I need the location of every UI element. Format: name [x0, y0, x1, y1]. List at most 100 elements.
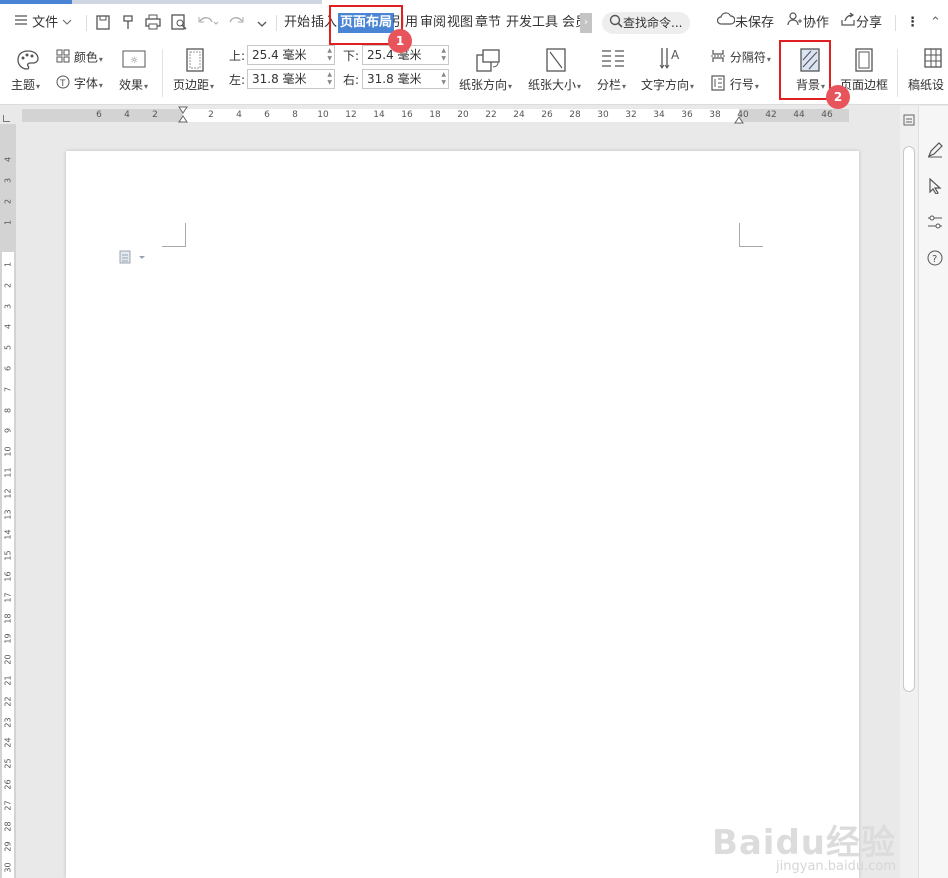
- print-icon[interactable]: [144, 5, 162, 41]
- cursor-icon[interactable]: [927, 177, 943, 198]
- tab-review[interactable]: 审阅: [420, 5, 446, 41]
- tab-stop-icon[interactable]: [3, 115, 10, 122]
- effect-label[interactable]: 效果▾: [119, 77, 148, 95]
- separator-button[interactable]: 分隔符▾: [710, 49, 771, 68]
- more-options-icon[interactable]: ⋮: [906, 5, 919, 41]
- svg-text:?: ?: [932, 254, 937, 265]
- doc-tab[interactable]: [72, 0, 322, 4]
- ruler-tick-label: 7: [3, 386, 13, 392]
- ruler-tick-label: 36: [681, 110, 693, 120]
- save-icon[interactable]: [95, 5, 111, 41]
- right-indent-marker-icon[interactable]: [734, 115, 744, 124]
- orientation-button[interactable]: [475, 47, 501, 77]
- dropdown-arrow-icon: ▾: [36, 82, 41, 91]
- vertical-scrollbar[interactable]: [900, 106, 918, 878]
- tab-home[interactable]: 开始: [284, 5, 310, 41]
- page-border-button[interactable]: [854, 47, 874, 77]
- chevron-down-icon: [62, 5, 72, 41]
- ruler-tick-label: 24: [3, 737, 13, 748]
- dropdown-arrow-icon: ▾: [690, 82, 695, 91]
- effect-button[interactable]: ☼: [122, 49, 146, 73]
- ruler-tick-label: 13: [3, 509, 13, 520]
- ruler-tick-label: 2: [152, 110, 158, 120]
- watermark-logo: Baidu经验: [711, 823, 896, 863]
- tab-member[interactable]: 会员: [562, 5, 580, 41]
- ruler-tick-label: 22: [3, 696, 13, 707]
- draft-paper-button[interactable]: [923, 47, 943, 73]
- ruler-tick-label: 6: [264, 110, 270, 120]
- spinner-icon[interactable]: ▲ ▼: [327, 71, 332, 87]
- separator-label: 分隔符: [729, 50, 766, 65]
- font-button[interactable]: T 字体▾: [56, 75, 103, 94]
- ruler-tick-label: 8: [292, 110, 298, 120]
- spinner-icon[interactable]: ▲ ▼: [441, 71, 446, 87]
- file-menu[interactable]: 文件: [14, 5, 72, 41]
- ruler-tick-label: 14: [373, 110, 385, 120]
- watermark-url: jingyan.baidu.com: [776, 859, 896, 874]
- pen-icon[interactable]: [927, 142, 943, 162]
- ruler-tick-label: 3: [3, 303, 13, 309]
- spinner-icon[interactable]: ▲ ▼: [327, 47, 332, 63]
- svg-text:☼: ☼: [130, 56, 138, 66]
- document-page[interactable]: [66, 151, 859, 878]
- customize-toolbar-icon[interactable]: [256, 5, 268, 41]
- page-margin-icon: [185, 47, 205, 77]
- orientation-label[interactable]: 纸张方向▾: [459, 77, 512, 95]
- horizontal-ruler[interactable]: 6 4 2 2 4 6 8 10 12 14 16 18 20 22 24 26 28 30 32 34 36 38 40 4…: [0, 106, 900, 124]
- color-button[interactable]: 颜色▾: [56, 49, 103, 68]
- tab-developer[interactable]: 开发工具: [506, 5, 558, 41]
- collaborate-button[interactable]: 协作: [787, 5, 829, 41]
- top-margin-input[interactable]: 25.4 毫米 ▲ ▼: [247, 45, 335, 65]
- paper-size-label[interactable]: 纸张大小▾: [528, 77, 581, 95]
- paper-size-icon: [545, 47, 567, 77]
- paragraph-options-icon[interactable]: [119, 249, 147, 268]
- vertical-ruler[interactable]: 4 3 2 1 1 2 3 4 5 6 7 8 9 10 11 12 13 14 15 16 17 18 19 20 21 22 2…: [0, 124, 16, 878]
- ruler-tick-label: 16: [401, 110, 413, 120]
- right-margin-input[interactable]: 31.8 毫米 ▲ ▼: [362, 69, 449, 89]
- columns-button[interactable]: [600, 47, 626, 75]
- undo-icon[interactable]: [196, 5, 220, 41]
- text-direction-icon: A: [658, 45, 684, 75]
- settings-sliders-icon[interactable]: [927, 214, 943, 234]
- help-icon[interactable]: ?: [927, 250, 943, 270]
- redo-icon[interactable]: [228, 5, 246, 41]
- spinner-icon[interactable]: ▲ ▼: [441, 47, 446, 63]
- text-direction-button[interactable]: A: [658, 45, 684, 75]
- ruler-tick-label: 11: [3, 467, 13, 478]
- line-number-button[interactable]: 行号▾: [710, 75, 759, 95]
- tab-scroll-right-icon[interactable]: ›: [580, 13, 592, 33]
- share-button[interactable]: 分享: [840, 5, 882, 41]
- active-doc-tab[interactable]: [0, 0, 72, 4]
- tab-chapter[interactable]: 章节: [475, 5, 501, 41]
- dropdown-arrow-icon: ▾: [766, 54, 771, 64]
- margins-label[interactable]: 页边距▾: [173, 77, 214, 95]
- tab-view[interactable]: 视图: [447, 5, 473, 41]
- indent-marker-icon[interactable]: [178, 106, 188, 124]
- ruler-tick-label: 23: [3, 717, 13, 728]
- scroll-options-icon[interactable]: [903, 111, 915, 126]
- theme-button[interactable]: [13, 49, 43, 75]
- theme-text: 主题: [11, 78, 36, 92]
- task-pane-bar: ?: [918, 106, 948, 878]
- ruler-tick-label: 30: [3, 862, 13, 873]
- paper-size-button[interactable]: [545, 47, 567, 77]
- left-margin-input[interactable]: 31.8 毫米 ▲ ▼: [247, 69, 335, 89]
- margins-button[interactable]: [185, 47, 205, 77]
- font-circle-icon: T: [56, 75, 70, 93]
- step-badge-2: 2: [826, 85, 850, 109]
- text-direction-label[interactable]: 文字方向▾: [641, 77, 694, 95]
- minimize-ribbon-icon[interactable]: ⌃: [930, 5, 941, 41]
- unsaved-button[interactable]: 未保存: [716, 5, 774, 41]
- draft-paper-label[interactable]: 稿纸设: [908, 77, 948, 93]
- format-painter-icon[interactable]: [120, 5, 136, 41]
- dropdown-arrow-icon: ▾: [98, 80, 103, 90]
- theme-label[interactable]: 主题▾: [11, 77, 40, 95]
- left-margin-label: 左:: [229, 73, 246, 87]
- margins-text: 页边距: [173, 78, 210, 92]
- print-preview-icon[interactable]: [170, 5, 188, 41]
- ruler-tick-label: 10: [317, 110, 329, 120]
- command-search[interactable]: 查找命令...: [602, 12, 690, 34]
- scrollbar-thumb[interactable]: [903, 146, 915, 692]
- columns-label[interactable]: 分栏▾: [597, 77, 626, 95]
- palette-icon: [16, 49, 40, 75]
